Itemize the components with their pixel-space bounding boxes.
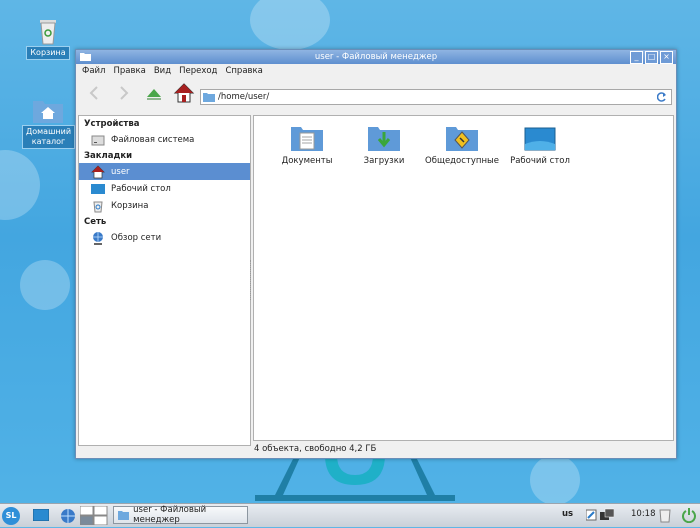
background-bubble bbox=[250, 0, 330, 50]
file-item-public[interactable]: Общедоступные bbox=[424, 124, 500, 166]
globe-icon bbox=[61, 509, 75, 523]
network-status-icon[interactable] bbox=[585, 508, 598, 525]
workspaces-icon bbox=[79, 505, 108, 526]
sidebar-item-label: user bbox=[111, 166, 130, 177]
sidebar-item-filesystem[interactable]: Файловая система bbox=[79, 131, 250, 148]
file-item-downloads[interactable]: Загрузки bbox=[346, 124, 422, 166]
clock[interactable]: 10:18 bbox=[631, 509, 656, 519]
back-arrow-icon bbox=[89, 86, 98, 100]
menubar: Файл Правка Вид Переход Справка bbox=[76, 64, 676, 78]
refresh-icon[interactable] bbox=[657, 92, 667, 102]
sidebar-header-network: Сеть bbox=[84, 217, 107, 227]
home-button[interactable] bbox=[172, 81, 196, 105]
file-item-label: Документы bbox=[281, 156, 333, 166]
menu-file[interactable]: Файл bbox=[82, 66, 105, 76]
home-icon bbox=[91, 165, 105, 178]
menu-help[interactable]: Справка bbox=[225, 66, 262, 76]
windows-list-icon[interactable] bbox=[600, 508, 615, 525]
menu-go[interactable]: Переход bbox=[179, 66, 217, 76]
status-bar: 4 объекта, свободно 4,2 ГБ bbox=[76, 442, 676, 456]
browser-launcher[interactable] bbox=[59, 507, 77, 528]
file-manager-window: user - Файловый менеджер _ □ × Файл Прав… bbox=[75, 49, 677, 459]
window-folder-icon bbox=[80, 52, 91, 61]
desktop-icon-home[interactable]: Домашний каталог bbox=[22, 97, 76, 149]
sidebar-item-trash[interactable]: Корзина bbox=[79, 197, 250, 214]
sidebar-item-network[interactable]: Обзор сети bbox=[79, 229, 250, 246]
trash-icon bbox=[36, 16, 60, 46]
sidebar-item-desktop[interactable]: Рабочий стол bbox=[79, 180, 250, 197]
desktop-folder-icon bbox=[523, 124, 557, 152]
up-arrow-icon bbox=[147, 89, 161, 100]
documents-folder-icon bbox=[290, 124, 324, 152]
file-view: Документы Загрузки Общедоступные Рабочий… bbox=[253, 115, 674, 441]
window-title: user - Файловый менеджер bbox=[314, 52, 438, 62]
file-item-documents[interactable]: Документы bbox=[269, 124, 345, 166]
keyboard-layout-indicator[interactable]: us bbox=[562, 509, 573, 519]
sidebar-header-devices: Устройства bbox=[84, 119, 140, 129]
sidebar: Устройства Файловая система Закладки use… bbox=[78, 115, 251, 446]
menu-view[interactable]: Вид bbox=[154, 66, 171, 76]
background-bubble bbox=[530, 455, 580, 505]
workspace-switcher[interactable] bbox=[79, 505, 108, 528]
power-icon[interactable] bbox=[681, 507, 697, 526]
background-bubble bbox=[20, 260, 70, 310]
trash-icon bbox=[93, 201, 103, 212]
sidebar-item-label: Файловая система bbox=[111, 134, 195, 145]
sidebar-item-label: Обзор сети bbox=[111, 232, 162, 243]
desktop-icon bbox=[91, 183, 105, 194]
sidebar-header-bookmarks: Закладки bbox=[84, 151, 133, 161]
trash-tray-icon[interactable] bbox=[658, 507, 672, 526]
wallpaper-easel bbox=[255, 455, 455, 503]
folder-small-icon bbox=[118, 511, 130, 520]
start-menu-button[interactable]: SL bbox=[2, 507, 20, 525]
window-titlebar[interactable]: user - Файловый менеджер _ □ × bbox=[76, 50, 676, 64]
desktop-icon-label: Корзина bbox=[26, 46, 70, 60]
minimize-button[interactable]: _ bbox=[630, 51, 643, 64]
desktop-icon-trash[interactable]: Корзина bbox=[26, 16, 70, 60]
task-label: user - Файловый менеджер bbox=[133, 505, 207, 525]
menu-edit[interactable]: Правка bbox=[113, 66, 145, 76]
show-desktop-button[interactable] bbox=[32, 508, 50, 524]
network-globe-icon bbox=[93, 231, 103, 245]
file-item-label: Загрузки bbox=[363, 156, 405, 166]
drive-icon bbox=[91, 135, 105, 145]
address-path: /home/user/ bbox=[218, 92, 270, 102]
file-item-label: Общедоступные bbox=[425, 156, 499, 166]
close-button[interactable]: × bbox=[660, 51, 673, 64]
public-folder-icon bbox=[445, 124, 479, 152]
sidebar-item-label: Рабочий стол bbox=[111, 183, 171, 194]
up-button[interactable] bbox=[142, 81, 166, 105]
folder-small-icon bbox=[203, 93, 215, 102]
forward-button[interactable] bbox=[112, 81, 136, 105]
address-bar[interactable]: /home/user/ bbox=[200, 89, 672, 105]
desktop-icon bbox=[32, 508, 50, 522]
sidebar-item-user[interactable]: user bbox=[79, 163, 250, 180]
back-button[interactable] bbox=[82, 81, 106, 105]
taskbar: SL user - Файловый менеджер us 10:18 bbox=[0, 503, 700, 527]
desktop-icon-label: Домашний каталог bbox=[22, 125, 76, 149]
file-item-desktop[interactable]: Рабочий стол bbox=[502, 124, 578, 166]
taskbar-task-file-manager[interactable]: user - Файловый менеджер bbox=[113, 505, 248, 525]
file-item-label: Рабочий стол bbox=[510, 156, 570, 166]
home-folder-icon bbox=[31, 97, 65, 125]
home-icon bbox=[173, 83, 195, 103]
forward-arrow-icon bbox=[120, 86, 129, 100]
maximize-button[interactable]: □ bbox=[645, 51, 658, 64]
status-text: 4 объекта, свободно 4,2 ГБ bbox=[254, 444, 377, 454]
downloads-folder-icon bbox=[367, 124, 401, 152]
sidebar-item-label: Корзина bbox=[111, 200, 149, 211]
background-bubble bbox=[0, 150, 40, 220]
